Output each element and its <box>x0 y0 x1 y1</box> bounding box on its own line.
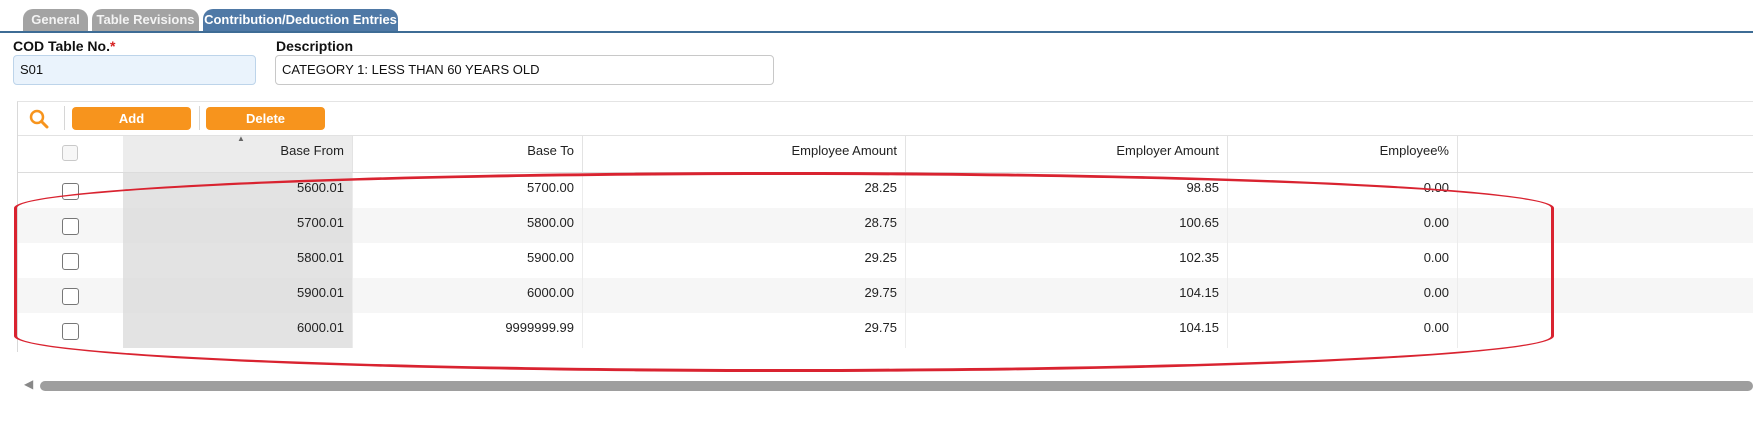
column-header-label: Base From <box>280 143 344 158</box>
cell-base-from: 5900.01 <box>123 278 353 313</box>
cod-table-label: COD Table No.* <box>13 38 115 54</box>
cell-employer-amount: 100.65 <box>906 208 1228 243</box>
description-input[interactable]: CATEGORY 1: LESS THAN 60 YEARS OLD <box>275 55 774 85</box>
cell-base-to: 6000.00 <box>353 278 583 313</box>
cell-base-from: 5800.01 <box>123 243 353 278</box>
add-button[interactable]: Add <box>72 107 191 130</box>
entries-grid: Add Delete ▲ Base From Base To Employee … <box>17 101 1753 352</box>
cell-base-to: 5900.00 <box>353 243 583 278</box>
cell-employer-amount: 102.35 <box>906 243 1228 278</box>
table-row[interactable]: 5700.01 5800.00 28.75 100.65 0.00 <box>18 208 1753 243</box>
tab-bar: General Table Revisions Contribution/Ded… <box>0 0 1753 33</box>
cell-employee-pct: 0.00 <box>1228 173 1458 208</box>
tab-general[interactable]: General <box>23 9 88 31</box>
row-checkbox[interactable] <box>62 323 79 340</box>
toolbar-separator <box>64 106 65 130</box>
cell-employee-amount: 29.75 <box>583 278 906 313</box>
cod-table-input[interactable]: S01 <box>13 55 256 85</box>
table-row[interactable]: 6000.01 9999999.99 29.75 104.15 0.00 <box>18 313 1753 348</box>
cell-base-from: 6000.01 <box>123 313 353 348</box>
cell-base-to: 5700.00 <box>353 173 583 208</box>
cell-employee-pct: 0.00 <box>1228 313 1458 348</box>
sort-ascending-icon: ▲ <box>237 134 245 143</box>
table-row[interactable]: 5900.01 6000.00 29.75 104.15 0.00 <box>18 278 1753 313</box>
cell-employee-pct: 0.00 <box>1228 278 1458 313</box>
tab-divider <box>0 31 1753 33</box>
cod-table-label-text: COD Table No. <box>13 38 110 54</box>
cell-employee-amount: 28.75 <box>583 208 906 243</box>
cell-employee-pct: 0.00 <box>1228 243 1458 278</box>
row-checkbox[interactable] <box>62 218 79 235</box>
table-header: ▲ Base From Base To Employee Amount Empl… <box>18 134 1753 173</box>
tab-contribution-deduction-entries[interactable]: Contribution/Deduction Entries <box>203 9 398 31</box>
table-row[interactable]: 5600.01 5700.00 28.25 98.85 0.00 <box>18 173 1753 208</box>
description-label: Description <box>276 38 354 54</box>
cell-base-to: 9999999.99 <box>353 313 583 348</box>
tab-table-revisions[interactable]: Table Revisions <box>92 9 199 31</box>
cell-base-to: 5800.00 <box>353 208 583 243</box>
required-mark: * <box>109 38 116 54</box>
select-all-checkbox[interactable] <box>62 145 78 161</box>
cell-employer-amount: 98.85 <box>906 173 1228 208</box>
table-row[interactable]: 5800.01 5900.00 29.25 102.35 0.00 <box>18 243 1753 278</box>
row-checkbox[interactable] <box>62 183 79 200</box>
cell-employee-amount: 29.75 <box>583 313 906 348</box>
column-header-base-to[interactable]: Base To <box>353 136 583 172</box>
cell-employee-amount: 28.25 <box>583 173 906 208</box>
delete-button[interactable]: Delete <box>206 107 325 130</box>
row-checkbox[interactable] <box>62 253 79 270</box>
toolbar-separator <box>199 106 200 130</box>
cell-employee-pct: 0.00 <box>1228 208 1458 243</box>
column-header-employee-pct[interactable]: Employee% <box>1228 136 1458 172</box>
cell-employer-amount: 104.15 <box>906 278 1228 313</box>
search-icon[interactable] <box>28 108 50 130</box>
cell-employee-amount: 29.25 <box>583 243 906 278</box>
cell-employer-amount: 104.15 <box>906 313 1228 348</box>
cell-base-from: 5700.01 <box>123 208 353 243</box>
cell-base-from: 5600.01 <box>123 173 353 208</box>
horizontal-scrollbar[interactable] <box>40 381 1753 391</box>
column-header-employer-amount[interactable]: Employer Amount <box>906 136 1228 172</box>
row-checkbox[interactable] <box>62 288 79 305</box>
grid-toolbar: Add Delete <box>18 102 1753 136</box>
column-header-employee-amount[interactable]: Employee Amount <box>583 136 906 172</box>
scroll-left-icon[interactable]: ◀ <box>24 377 33 391</box>
column-header-base-from[interactable]: ▲ Base From <box>123 134 353 172</box>
